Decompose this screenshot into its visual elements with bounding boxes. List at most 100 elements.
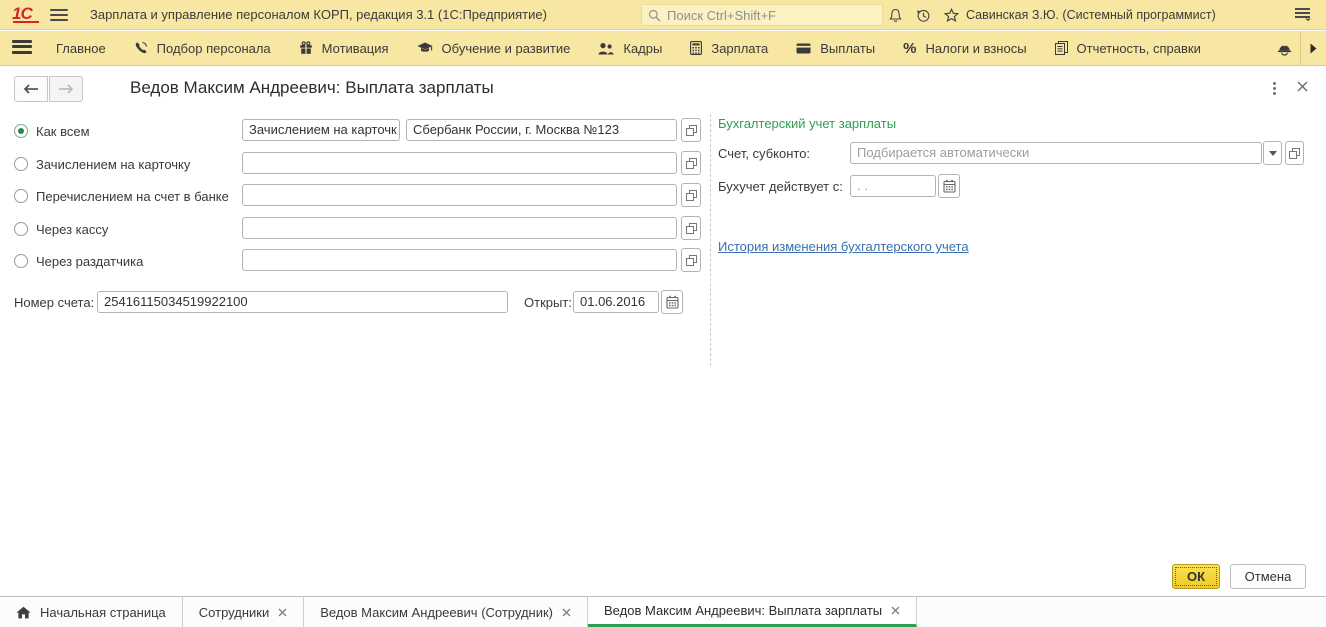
radio-label: Через раздатчика [36,254,143,269]
menu-item-ohrana-truda[interactable] [1277,31,1292,66]
tab-vedov-vyplata-zarplaty[interactable]: Ведов Максим Андреевич: Выплата зарплаты [588,597,917,627]
radio-icon [14,157,28,171]
cashdesk-field[interactable] [242,217,677,239]
menu-overflow-button[interactable] [1300,31,1326,66]
accounting-history-link[interactable]: История изменения бухгалтерского учета [718,239,969,254]
percent-icon: % [903,40,916,57]
global-search-input[interactable]: Поиск Ctrl+Shift+F [641,4,883,26]
search-icon [648,9,661,22]
sections-menu-icon[interactable] [12,40,32,57]
opened-label: Открыт: [524,295,572,310]
form-close-icon[interactable] [1296,80,1312,96]
accounting-effective-date-field[interactable]: . . [850,175,936,197]
menu-item-vyplaty[interactable]: Выплаты [782,31,889,66]
app-title: Зарплата и управление персоналом КОРП, р… [90,7,547,22]
account-number-field[interactable]: 25416115034519922100 [97,291,508,313]
distributor-select-button[interactable] [681,248,701,272]
menu-item-nalogi[interactable]: % Налоги и взносы [889,31,1040,66]
tab-label: Ведов Максим Андреевич (Сотрудник) [320,605,553,620]
people-icon [598,42,614,55]
bank-account-select-button[interactable] [681,183,701,207]
menu-item-zarplata[interactable]: Зарплата [676,31,782,66]
current-user[interactable]: Савинская З.Ю. (Системный программист) [966,8,1216,22]
radio-kak-vsem[interactable]: Как всем [14,123,90,139]
radio-icon [14,222,28,236]
chevron-down-icon [1269,151,1277,156]
radio-cherez-razdatchika[interactable]: Через раздатчика [14,253,143,269]
radio-label: Через кассу [36,222,108,237]
radio-label: Как всем [36,124,90,139]
section-menubar: Главное Подбор персонала Мотивация Обуче… [0,31,1326,66]
menu-label: Зарплата [711,41,768,56]
calendar-icon [943,179,956,193]
favorites-star-icon[interactable] [942,6,960,24]
menu-item-otchetnost[interactable]: Отчетность, справки [1041,31,1215,66]
ok-button[interactable]: ОК [1172,564,1220,589]
cashdesk-select-button[interactable] [681,216,701,240]
radio-perechisleniem-na-schet[interactable]: Перечислением на счет в банке [14,188,229,204]
tab-close-icon[interactable] [278,608,287,617]
radio-zachisleniem-na-kartochku[interactable]: Зачислением на карточку [14,156,190,172]
menu-item-motivatsiya[interactable]: Мотивация [285,31,403,66]
menu-item-glavnoe[interactable]: Главное [42,31,120,66]
radio-selected-icon [14,124,28,138]
radio-label: Зачислением на карточку [36,157,190,172]
app-window: 1С Зарплата и управление персоналом КОРП… [0,0,1326,627]
forward-button[interactable] [49,76,83,102]
menu-label: Выплаты [820,41,875,56]
select-icon [686,190,697,201]
menu-item-kadry[interactable]: Кадры [584,31,676,66]
menu-label: Налоги и взносы [926,41,1027,56]
account-subconto-field[interactable]: Подбирается автоматически [850,142,1262,164]
menu-label: Кадры [623,41,662,56]
card-field[interactable] [242,152,677,174]
titlebar: 1С Зарплата и управление персоналом КОРП… [0,0,1326,30]
tab-close-icon[interactable] [562,608,571,617]
account-number-label: Номер счета: [14,295,94,310]
radio-icon [14,189,28,203]
account-subconto-dropdown-button[interactable] [1263,141,1282,165]
bank-field[interactable]: Сбербанк России, г. Москва №123 [406,119,677,141]
bank-select-button[interactable] [681,118,701,142]
form-title: Ведов Максим Андреевич: Выплата зарплаты [130,78,494,98]
menu-item-obuchenie[interactable]: Обучение и развитие [403,31,585,66]
forward-arrow-icon [58,84,74,94]
system-menu-icon[interactable] [50,9,68,24]
menu-label: Мотивация [322,41,389,56]
documents-icon [1055,41,1068,55]
account-subconto-label: Счет, субконто: [718,146,810,161]
opened-date-field[interactable]: 01.06.2016 [573,291,659,313]
bank-account-field[interactable] [242,184,677,206]
calculator-icon [690,41,702,55]
account-subconto-select-button[interactable] [1285,141,1304,165]
history-icon[interactable] [914,6,932,24]
menu-label: Обучение и развитие [442,41,571,56]
notifications-bell-icon[interactable] [886,6,904,24]
distributor-field[interactable] [242,249,677,271]
search-placeholder: Поиск Ctrl+Shift+F [667,8,776,23]
tab-label: Начальная страница [40,605,166,620]
right-arrow-icon [1310,43,1317,54]
home-icon [16,606,31,619]
tab-nachalnaya-stranitsa[interactable]: Начальная страница [0,597,183,627]
menu-item-podbor-personala[interactable]: Подбор персонала [120,31,285,66]
select-icon [686,125,697,136]
titlebar-menu-icon[interactable] [1294,7,1312,24]
tab-close-icon[interactable] [891,606,900,615]
opened-calendar-button[interactable] [661,290,683,314]
card-select-button[interactable] [681,151,701,175]
radio-icon [14,254,28,268]
1c-logo: 1С [12,4,32,24]
tab-sotrudniki[interactable]: Сотрудники [183,597,304,627]
panel-divider [710,114,711,366]
back-button[interactable] [14,76,48,102]
cancel-button[interactable]: Отмена [1230,564,1306,589]
tab-vedov-sotrudnik[interactable]: Ведов Максим Андреевич (Сотрудник) [304,597,588,627]
graduation-cap-icon [417,42,433,54]
accounting-calendar-button[interactable] [938,174,960,198]
radio-cherez-kassu[interactable]: Через кассу [14,221,108,237]
calendar-icon [666,295,679,309]
payment-kind-field[interactable]: Зачислением на карточк [242,119,400,141]
more-actions-icon[interactable] [1266,80,1282,96]
select-icon [686,158,697,169]
